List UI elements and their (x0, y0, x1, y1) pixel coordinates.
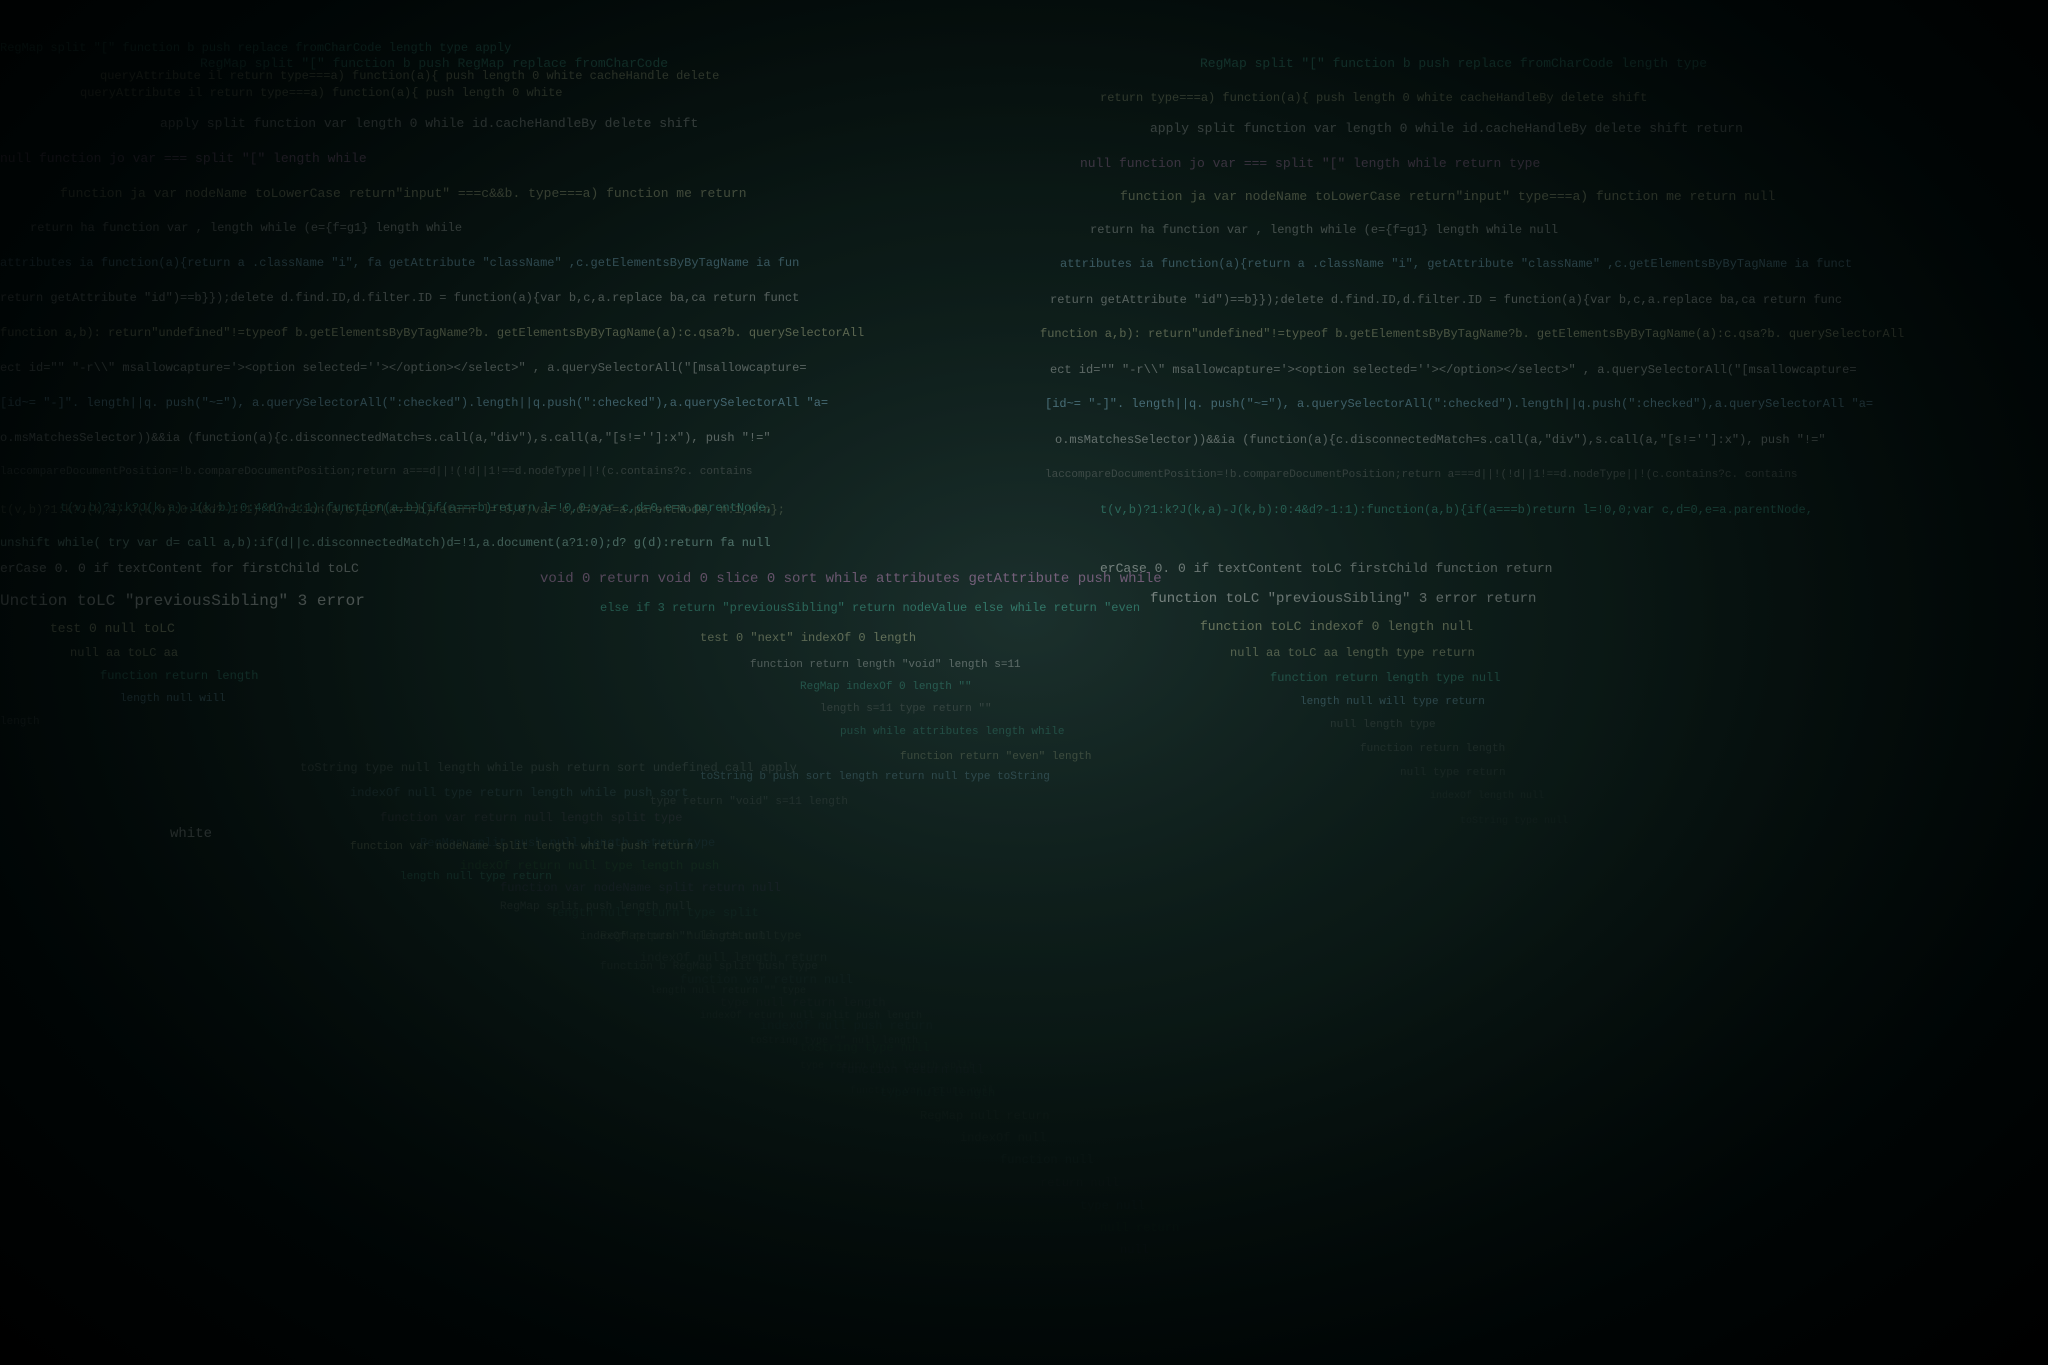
code-line: function return length "void" length s=1… (750, 658, 1021, 673)
code-line: function a,b): return"undefined"!=typeof… (0, 325, 864, 342)
code-visualization: RegMap split "[" function b push RegMap … (0, 0, 2048, 1365)
code-line-extra: function return null (840, 1062, 984, 1079)
code-line: function return length (1360, 742, 1505, 757)
code-line: function toLC "previousSibling" 3 error … (1150, 590, 1536, 610)
code-line: null function jo var === split "[" lengt… (0, 150, 367, 168)
code-line-extra: function var return null length split ty… (380, 810, 682, 827)
code-line: erCase 0. 0 if textContent for firstChil… (0, 560, 359, 578)
code-line: attributes ia function(a){return a .clas… (1060, 256, 1852, 273)
code-line: laccompareDocumentPosition=!b.compareDoc… (0, 465, 753, 480)
code-line: [id~= "-]". length||q. push("~="), a.que… (0, 395, 828, 412)
code-line: return type===a) function(a){ push lengt… (1100, 90, 1647, 107)
code-line: null length type (1330, 718, 1436, 733)
code-line: erCase 0. 0 if textContent toLC firstChi… (1100, 560, 1552, 578)
code-line: return ha function var , length while (e… (30, 220, 462, 237)
code-line: queryAttribute il return type===a) funct… (80, 85, 562, 102)
code-line-extra: RegMap push null return type (600, 928, 802, 945)
code-line: indexOf length null (1430, 790, 1544, 804)
code-line: function ja var nodeName toLowerCase ret… (60, 185, 747, 203)
code-line: length (0, 715, 40, 730)
code-line: length null will (120, 692, 226, 707)
code-line-extra: RegMap split push null length return typ… (420, 835, 715, 852)
code-line: RegMap indexOf 0 length "" (800, 680, 972, 695)
code-line: null aa toLC aa length type return (1230, 645, 1475, 662)
code-line-extra: t(v,b)?1:k?J(k,a)-J(k,b):0:4&d?-1:1):fun… (0, 502, 785, 519)
code-line-extra: toString type null (800, 1040, 930, 1057)
code-line-extra: RegMap null return (920, 1108, 1050, 1125)
code-line-extra: function var nodeName split return null (500, 880, 781, 897)
code-line: o.msMatchesSelector))&&ia (function(a){c… (1055, 432, 1826, 449)
code-line: else if 3 return "previousSibling" retur… (600, 600, 1140, 617)
code-line: apply split function var length 0 while … (160, 115, 698, 133)
code-line-extra: null (1120, 1242, 1149, 1259)
code-line: length s=11 type return "" (820, 702, 992, 717)
code-line: null type return (1400, 766, 1506, 781)
code-line: ect id="" "-r\\" msallowcapture='><optio… (1050, 362, 1857, 379)
code-line-extra: unshift while( try var d= call a,b):if(d… (0, 535, 771, 552)
code-line: t(v,b)?1:k?J(k,a)-J(k,b):0:4&d?-1:1):fun… (1100, 502, 1813, 519)
code-line-extra: queryAttribute il return type===a) funct… (100, 68, 719, 85)
code-line-extra: length null return type split (550, 905, 759, 922)
code-line: return ha function var , length while (e… (1090, 222, 1558, 239)
code-line: function ja var nodeName toLowerCase ret… (1120, 188, 1775, 206)
code-line: function return "even" length (900, 750, 1091, 765)
code-line-extra: null return (1100, 1220, 1179, 1237)
code-line: length null will type return (1300, 695, 1485, 710)
code-line: ect id="" "-r\\" msallowcapture='><optio… (0, 360, 807, 377)
code-line: toString type null (1460, 815, 1568, 829)
code-line-extra: RegMap split "[" function b push replace… (0, 40, 511, 57)
code-line-extra: indexOf null (960, 1130, 1046, 1147)
code-line: return getAttribute "id")==b}});delete d… (0, 290, 799, 307)
code-line: laccompareDocumentPosition=!b.compareDoc… (1045, 468, 1798, 483)
code-line-extra: indexOf return null type length push (460, 858, 719, 875)
code-line-extra: indexOf null push return (760, 1018, 933, 1035)
code-line-extra: indexOf null type return length while pu… (350, 785, 688, 802)
code-line: null aa toLC aa (70, 645, 178, 662)
code-line: function toLC indexof 0 length null (1200, 618, 1473, 636)
code-line-extra: return null (1040, 1175, 1119, 1192)
code-line-extra: type null (1080, 1198, 1145, 1215)
code-line: [id~= "-]". length||q. push("~="), a.que… (1045, 396, 1873, 413)
code-line-extra: toString type null length while push ret… (300, 760, 797, 777)
code-line-extra: function var return null (680, 972, 853, 989)
code-line: Unction toLC "previousSibling" 3 error (0, 590, 365, 612)
code-line: void 0 return void 0 slice 0 sort while … (540, 570, 1162, 590)
code-line-extra: type null length (880, 1085, 995, 1102)
code-line-extra: function null (1000, 1152, 1094, 1169)
code-line: null function jo var === split "[" lengt… (1080, 155, 1540, 173)
code-line: return getAttribute "id")==b}});delete d… (1050, 292, 1842, 309)
code-line: white (170, 825, 212, 845)
code-line: attributes ia function(a){return a .clas… (0, 255, 799, 272)
code-line: RegMap split "[" function b push replace… (1200, 55, 1707, 73)
code-line: function a,b): return"undefined"!=typeof… (1040, 326, 1904, 343)
code-line: push while attributes length while (840, 725, 1064, 740)
code-line: o.msMatchesSelector))&&ia (function(a){c… (0, 430, 771, 447)
code-line-extra: type null return length (720, 995, 886, 1012)
code-line-extra: indexOf null length return (640, 950, 827, 967)
code-line: test 0 "next" indexOf 0 length (700, 630, 916, 647)
code-line: function return length type null (1270, 670, 1500, 687)
code-line: test 0 null toLC (50, 620, 175, 638)
code-line: apply split function var length 0 while … (1150, 120, 1743, 138)
code-line: function return length (100, 668, 258, 685)
